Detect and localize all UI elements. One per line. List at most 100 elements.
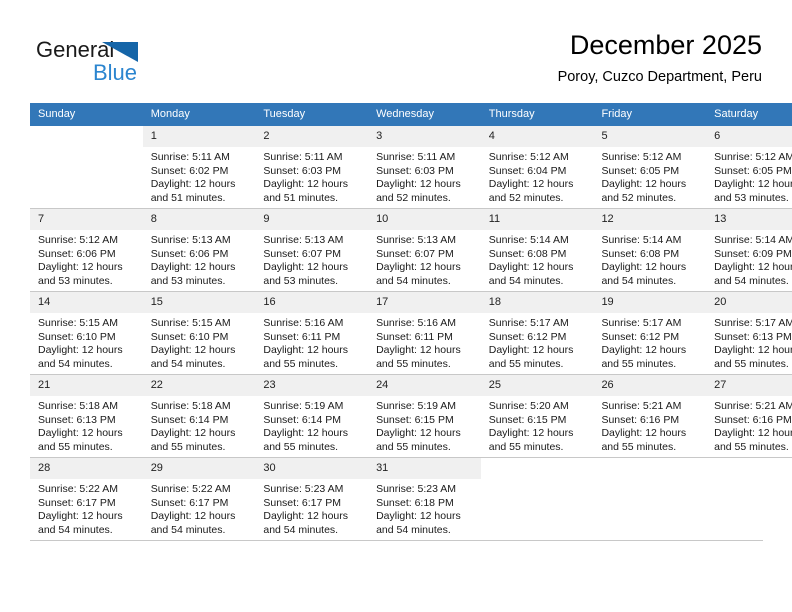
day-details: Sunrise: 5:14 AM Sunset: 6:09 PM Daylight:…	[706, 230, 792, 288]
daylight-text-line2: and 55 minutes.	[376, 357, 451, 370]
calendar-day-cell[interactable]: 16 Sunrise: 5:16 AM Sunset: 6:11 PM Dayligh…	[255, 291, 369, 375]
sunset-text: Sunset: 6:10 PM	[38, 330, 116, 343]
calendar-day-cell[interactable]: 25 Sunrise: 5:20 AM Sunset: 6:15 PM Dayligh…	[480, 374, 594, 458]
day-number: 10	[368, 209, 481, 230]
calendar-day-cell[interactable]: 9 Sunrise: 5:13 AM Sunset: 6:07 PM Daylight…	[255, 208, 369, 292]
calendar-day-cell[interactable]: 23 Sunrise: 5:19 AM Sunset: 6:14 PM Dayligh…	[255, 374, 369, 458]
calendar-day-cell[interactable]: 21 Sunrise: 5:18 AM Sunset: 6:13 PM Dayligh…	[30, 374, 143, 458]
day-details: Sunrise: 5:23 AM Sunset: 6:18 PM Daylight:…	[368, 479, 481, 537]
calendar-day-cell[interactable]: 10 Sunrise: 5:13 AM Sunset: 6:07 PM Dayligh…	[368, 208, 481, 292]
daylight-text-line2: and 53 minutes.	[38, 274, 113, 287]
calendar-day-cell[interactable]: 3 Sunrise: 5:11 AM Sunset: 6:03 PM Daylight…	[368, 126, 481, 209]
sunset-text: Sunset: 6:11 PM	[376, 330, 453, 343]
daylight-text-line2: and 55 minutes.	[263, 357, 339, 370]
daylight-text-line2: and 53 minutes.	[150, 274, 226, 287]
calendar-day-cell[interactable]: 15 Sunrise: 5:15 AM Sunset: 6:10 PM Dayligh…	[142, 291, 256, 375]
calendar-day-cell[interactable]: 19 Sunrise: 5:17 AM Sunset: 6:12 PM Dayligh…	[593, 291, 707, 375]
calendar-day-cell[interactable]: 14 Sunrise: 5:15 AM Sunset: 6:10 PM Dayligh…	[30, 291, 143, 375]
day-number	[30, 126, 143, 147]
calendar-day-cell[interactable]: 2 Sunrise: 5:11 AM Sunset: 6:03 PM Daylight…	[255, 126, 369, 209]
sunset-text: Sunset: 6:07 PM	[376, 247, 454, 260]
title-block: December 2025 Poroy, Cuzco Department, P…	[558, 28, 762, 86]
sunrise-text: Sunrise: 5:11 AM	[376, 151, 456, 163]
sunrise-text: Sunrise: 5:16 AM	[263, 317, 344, 329]
calendar-day-cell[interactable]: 1 Sunrise: 5:11 AM Sunset: 6:02 PM Daylight…	[142, 126, 256, 209]
sunrise-text: Sunrise: 5:20 AM	[488, 400, 569, 412]
daylight-text-line1: Daylight: 12 hours	[714, 344, 792, 356]
day-details: Sunrise: 5:12 AM Sunset: 6:05 PM Daylight:…	[706, 147, 792, 205]
day-number	[480, 458, 594, 479]
sunrise-text: Sunrise: 5:22 AM	[150, 483, 231, 495]
calendar-day-cell[interactable]: 8 Sunrise: 5:13 AM Sunset: 6:06 PM Daylight…	[142, 208, 256, 292]
calendar-day-cell[interactable]: 26 Sunrise: 5:21 AM Sunset: 6:16 PM Dayligh…	[593, 374, 707, 458]
calendar-day-cell[interactable]: 27 Sunrise: 5:21 AM Sunset: 6:16 PM Dayligh…	[706, 374, 792, 458]
calendar-cell-empty	[706, 457, 792, 540]
daylight-text-line1: Daylight: 12 hours	[601, 344, 687, 356]
daylight-text-line1: Daylight: 12 hours	[150, 510, 236, 522]
calendar-body: 1 Sunrise: 5:11 AM Sunset: 6:02 PM Daylight…	[30, 126, 792, 540]
page-subtitle: Poroy, Cuzco Department, Peru	[557, 69, 762, 85]
logo-text-general: General	[36, 37, 114, 62]
daylight-text-line1: Daylight: 12 hours	[150, 344, 236, 356]
weekday-header-wednesday: Wednesday	[368, 103, 481, 126]
day-details: Sunrise: 5:18 AM Sunset: 6:14 PM Daylight:…	[143, 396, 256, 454]
calendar-week-row: 28 Sunrise: 5:22 AM Sunset: 6:17 PM Dayligh…	[30, 457, 792, 540]
daylight-text-line2: and 51 minutes.	[150, 191, 226, 204]
daylight-text-line1: Daylight: 12 hours	[488, 261, 574, 273]
calendar-day-cell[interactable]: 17 Sunrise: 5:16 AM Sunset: 6:11 PM Dayligh…	[368, 291, 481, 375]
calendar-day-cell[interactable]: 29 Sunrise: 5:22 AM Sunset: 6:17 PM Dayligh…	[142, 457, 256, 540]
general-blue-logo[interactable]: General Blue	[36, 36, 196, 88]
calendar-day-cell[interactable]: 13 Sunrise: 5:14 AM Sunset: 6:09 PM Dayligh…	[706, 208, 792, 292]
sunset-text: Sunset: 6:16 PM	[601, 413, 680, 426]
daylight-text-line2: and 54 minutes.	[488, 274, 564, 287]
calendar-day-cell[interactable]: 30 Sunrise: 5:23 AM Sunset: 6:17 PM Dayligh…	[255, 457, 369, 540]
sunrise-text: Sunrise: 5:21 AM	[714, 400, 792, 412]
day-number: 28	[30, 458, 143, 479]
day-number	[593, 458, 707, 479]
daylight-text-line2: and 55 minutes.	[714, 440, 789, 453]
sunrise-text: Sunrise: 5:17 AM	[601, 317, 682, 329]
calendar-day-cell[interactable]: 7 Sunrise: 5:12 AM Sunset: 6:06 PM Daylight…	[30, 208, 143, 292]
day-details: Sunrise: 5:16 AM Sunset: 6:11 PM Daylight:…	[368, 313, 481, 371]
sunrise-text: Sunrise: 5:23 AM	[376, 483, 457, 495]
calendar-day-cell[interactable]: 28 Sunrise: 5:22 AM Sunset: 6:17 PM Dayligh…	[30, 457, 143, 540]
sunrise-text: Sunrise: 5:12 AM	[488, 151, 569, 163]
calendar-day-cell[interactable]: 12 Sunrise: 5:14 AM Sunset: 6:08 PM Dayligh…	[593, 208, 707, 292]
day-number: 29	[142, 458, 256, 479]
day-number: 21	[30, 375, 143, 396]
sunrise-text: Sunrise: 5:12 AM	[601, 151, 682, 163]
sunrise-text: Sunrise: 5:13 AM	[150, 234, 231, 246]
calendar-day-cell[interactable]: 20 Sunrise: 5:17 AM Sunset: 6:13 PM Dayligh…	[706, 291, 792, 375]
calendar-grid: Sunday Monday Tuesday Wednesday Thursday…	[30, 103, 792, 541]
day-number: 12	[593, 209, 707, 230]
calendar-day-cell[interactable]: 5 Sunrise: 5:12 AM Sunset: 6:05 PM Daylight…	[593, 126, 707, 209]
calendar-day-cell[interactable]: 6 Sunrise: 5:12 AM Sunset: 6:05 PM Daylight…	[706, 126, 792, 209]
day-details: Sunrise: 5:14 AM Sunset: 6:08 PM Daylight:…	[481, 230, 594, 288]
sunset-text: Sunset: 6:11 PM	[263, 330, 341, 343]
calendar-day-cell[interactable]: 11 Sunrise: 5:14 AM Sunset: 6:08 PM Dayligh…	[480, 208, 594, 292]
day-number: 8	[142, 209, 256, 230]
daylight-text-line2: and 55 minutes.	[38, 440, 113, 453]
sunset-text: Sunset: 6:03 PM	[263, 164, 342, 177]
calendar-day-cell[interactable]: 22 Sunrise: 5:18 AM Sunset: 6:14 PM Dayligh…	[142, 374, 256, 458]
sunset-text: Sunset: 6:13 PM	[714, 330, 792, 343]
day-number: 6	[706, 126, 792, 147]
calendar-day-cell[interactable]: 4 Sunrise: 5:12 AM Sunset: 6:04 PM Daylight…	[480, 126, 594, 209]
sunset-text: Sunset: 6:17 PM	[150, 496, 229, 509]
sunrise-text: Sunrise: 5:11 AM	[263, 151, 343, 163]
sunrise-text: Sunrise: 5:14 AM	[601, 234, 682, 246]
sunset-text: Sunset: 6:07 PM	[263, 247, 342, 260]
calendar-week-row: 14 Sunrise: 5:15 AM Sunset: 6:10 PM Dayligh…	[30, 291, 792, 375]
sunrise-text: Sunrise: 5:15 AM	[150, 317, 231, 329]
calendar-day-cell[interactable]: 31 Sunrise: 5:23 AM Sunset: 6:18 PM Dayligh…	[368, 457, 481, 540]
sunrise-text: Sunrise: 5:21 AM	[601, 400, 682, 412]
daylight-text-line1: Daylight: 12 hours	[376, 344, 461, 356]
daylight-text-line1: Daylight: 12 hours	[38, 510, 123, 522]
daylight-text-line2: and 54 minutes.	[38, 357, 113, 370]
calendar-day-cell[interactable]: 24 Sunrise: 5:19 AM Sunset: 6:15 PM Dayligh…	[368, 374, 481, 458]
day-details: Sunrise: 5:21 AM Sunset: 6:16 PM Daylight:…	[593, 396, 706, 454]
calendar-week-row: 7 Sunrise: 5:12 AM Sunset: 6:06 PM Daylight…	[30, 208, 792, 292]
sunrise-text: Sunrise: 5:12 AM	[714, 151, 792, 163]
daylight-text-line2: and 52 minutes.	[376, 191, 451, 204]
calendar-day-cell[interactable]: 18 Sunrise: 5:17 AM Sunset: 6:12 PM Dayligh…	[480, 291, 594, 375]
